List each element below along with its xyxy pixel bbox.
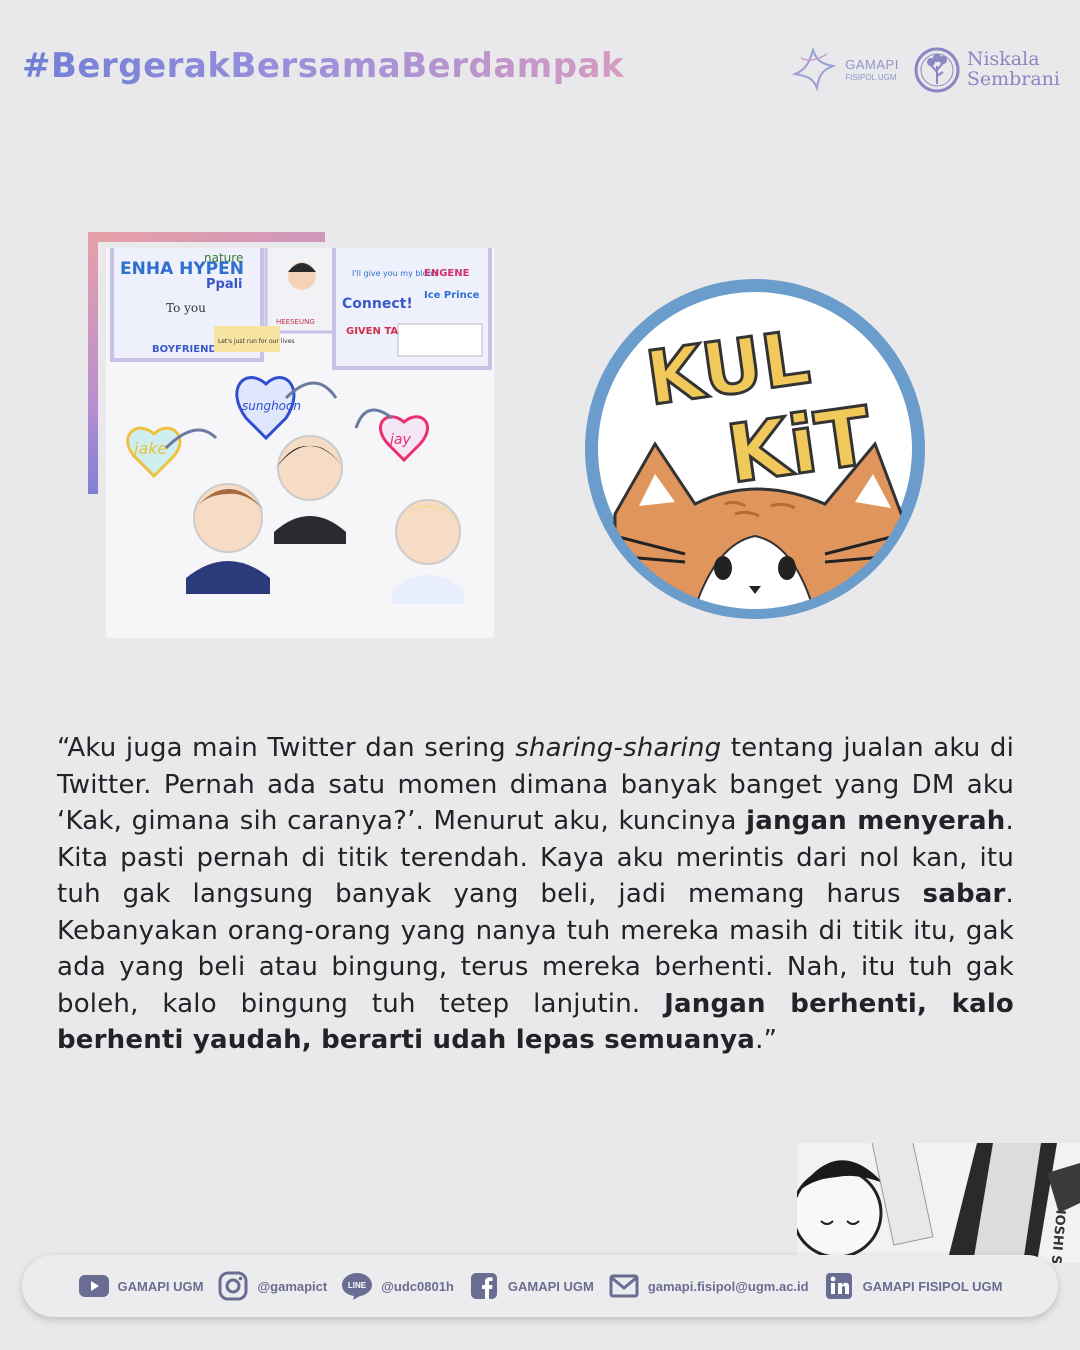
sticker-ice-prince: Ice Prince	[424, 290, 480, 301]
footer-email[interactable]: gamapi.fisipol@ugm.ac.id	[608, 1270, 809, 1302]
keychain-sticker-illustration: ENHA HYPEN nature Ppali To you BOYFRIEND…	[106, 248, 494, 638]
line-label: @udc0801h	[381, 1278, 454, 1294]
footer-facebook[interactable]: GAMAPI UGM	[468, 1270, 594, 1302]
youtube-icon	[78, 1270, 110, 1302]
niskala-logo: Niskala Sembrani	[913, 44, 1060, 96]
instagram-icon	[217, 1270, 249, 1302]
keychain-jake-text: jake	[132, 439, 168, 458]
niskala-tree-icon	[914, 47, 960, 93]
sticker-ppali: Ppali	[206, 277, 243, 292]
footer-youtube[interactable]: GAMAPI UGM	[78, 1270, 204, 1302]
kulkit-word-kit: KiT	[721, 389, 877, 501]
quote-text: .”	[755, 1025, 778, 1055]
quote-bold-sabar: sabar	[922, 879, 1006, 909]
sticker-connect: Connect!	[342, 296, 413, 312]
campaign-hashtag: #BergerakBersamaBerdampak	[22, 46, 625, 86]
facebook-icon	[468, 1270, 500, 1302]
product-photo-block: ENHA HYPEN nature Ppali To you BOYFRIEND…	[88, 232, 498, 642]
line-icon: LINE	[341, 1270, 373, 1302]
bw-keychain-photo: HOSHI SEVENTEEN	[797, 1143, 1080, 1263]
keychain-jay-text: jay	[388, 432, 411, 448]
footer-linkedin[interactable]: GAMAPI FISIPOL UGM	[823, 1270, 1003, 1302]
testimonial-quote: “Aku juga main Twitter dan sering sharin…	[57, 730, 1014, 1059]
mail-icon	[608, 1270, 640, 1302]
gamapi-logo: GAMAPI FISIPOL UGM	[787, 44, 899, 96]
gamapi-star-icon	[791, 46, 837, 92]
gamapi-name: GAMAPI	[845, 57, 899, 72]
sticker-engene: ENGENE	[424, 268, 470, 279]
footer-line[interactable]: LINE @udc0801h	[341, 1270, 454, 1302]
email-label: gamapi.fisipol@ugm.ac.id	[647, 1278, 809, 1294]
niskala-name-line1: Niskala	[966, 48, 1040, 71]
quote-text: “Aku juga main Twitter dan sering	[57, 733, 516, 763]
facebook-label: GAMAPI UGM	[507, 1278, 594, 1294]
footer-instagram[interactable]: @gamapict	[217, 1270, 327, 1302]
keychain-sunghoon-text: sunghoon	[242, 399, 301, 413]
youtube-label: GAMAPI UGM	[117, 1278, 204, 1294]
kulkit-logo-badge: KUL KiT	[575, 274, 935, 624]
product-photo: ENHA HYPEN nature Ppali To you BOYFRIEND…	[106, 248, 494, 638]
partner-logos: GAMAPI FISIPOL UGM Niskala Sembrani	[787, 40, 1060, 100]
instagram-label: @gamapict	[257, 1278, 328, 1294]
line-icon-text: LINE	[348, 1281, 367, 1290]
sticker-heeseung: HEESEUNG	[276, 318, 315, 326]
sticker-nature: nature	[204, 251, 243, 265]
linkedin-label: GAMAPI FISIPOL UGM	[862, 1278, 1003, 1294]
linkedin-icon	[823, 1270, 855, 1302]
quote-bold-jangan-menyerah: jangan menyerah	[746, 806, 1006, 836]
sticker-to-you: To you	[166, 301, 206, 315]
quote-italic-sharing: sharing-sharing	[515, 733, 722, 763]
gamapi-subtitle: FISIPOL UGM	[845, 73, 897, 82]
sticker-boyfriend: BOYFRIEND	[152, 344, 217, 355]
contact-footer: GAMAPI UGM @gamapict LINE @udc0801h GAMA…	[22, 1255, 1058, 1317]
niskala-name-line2: Sembrani	[966, 68, 1060, 90]
sticker-run-lives: Let's just run for our lives	[218, 338, 295, 345]
